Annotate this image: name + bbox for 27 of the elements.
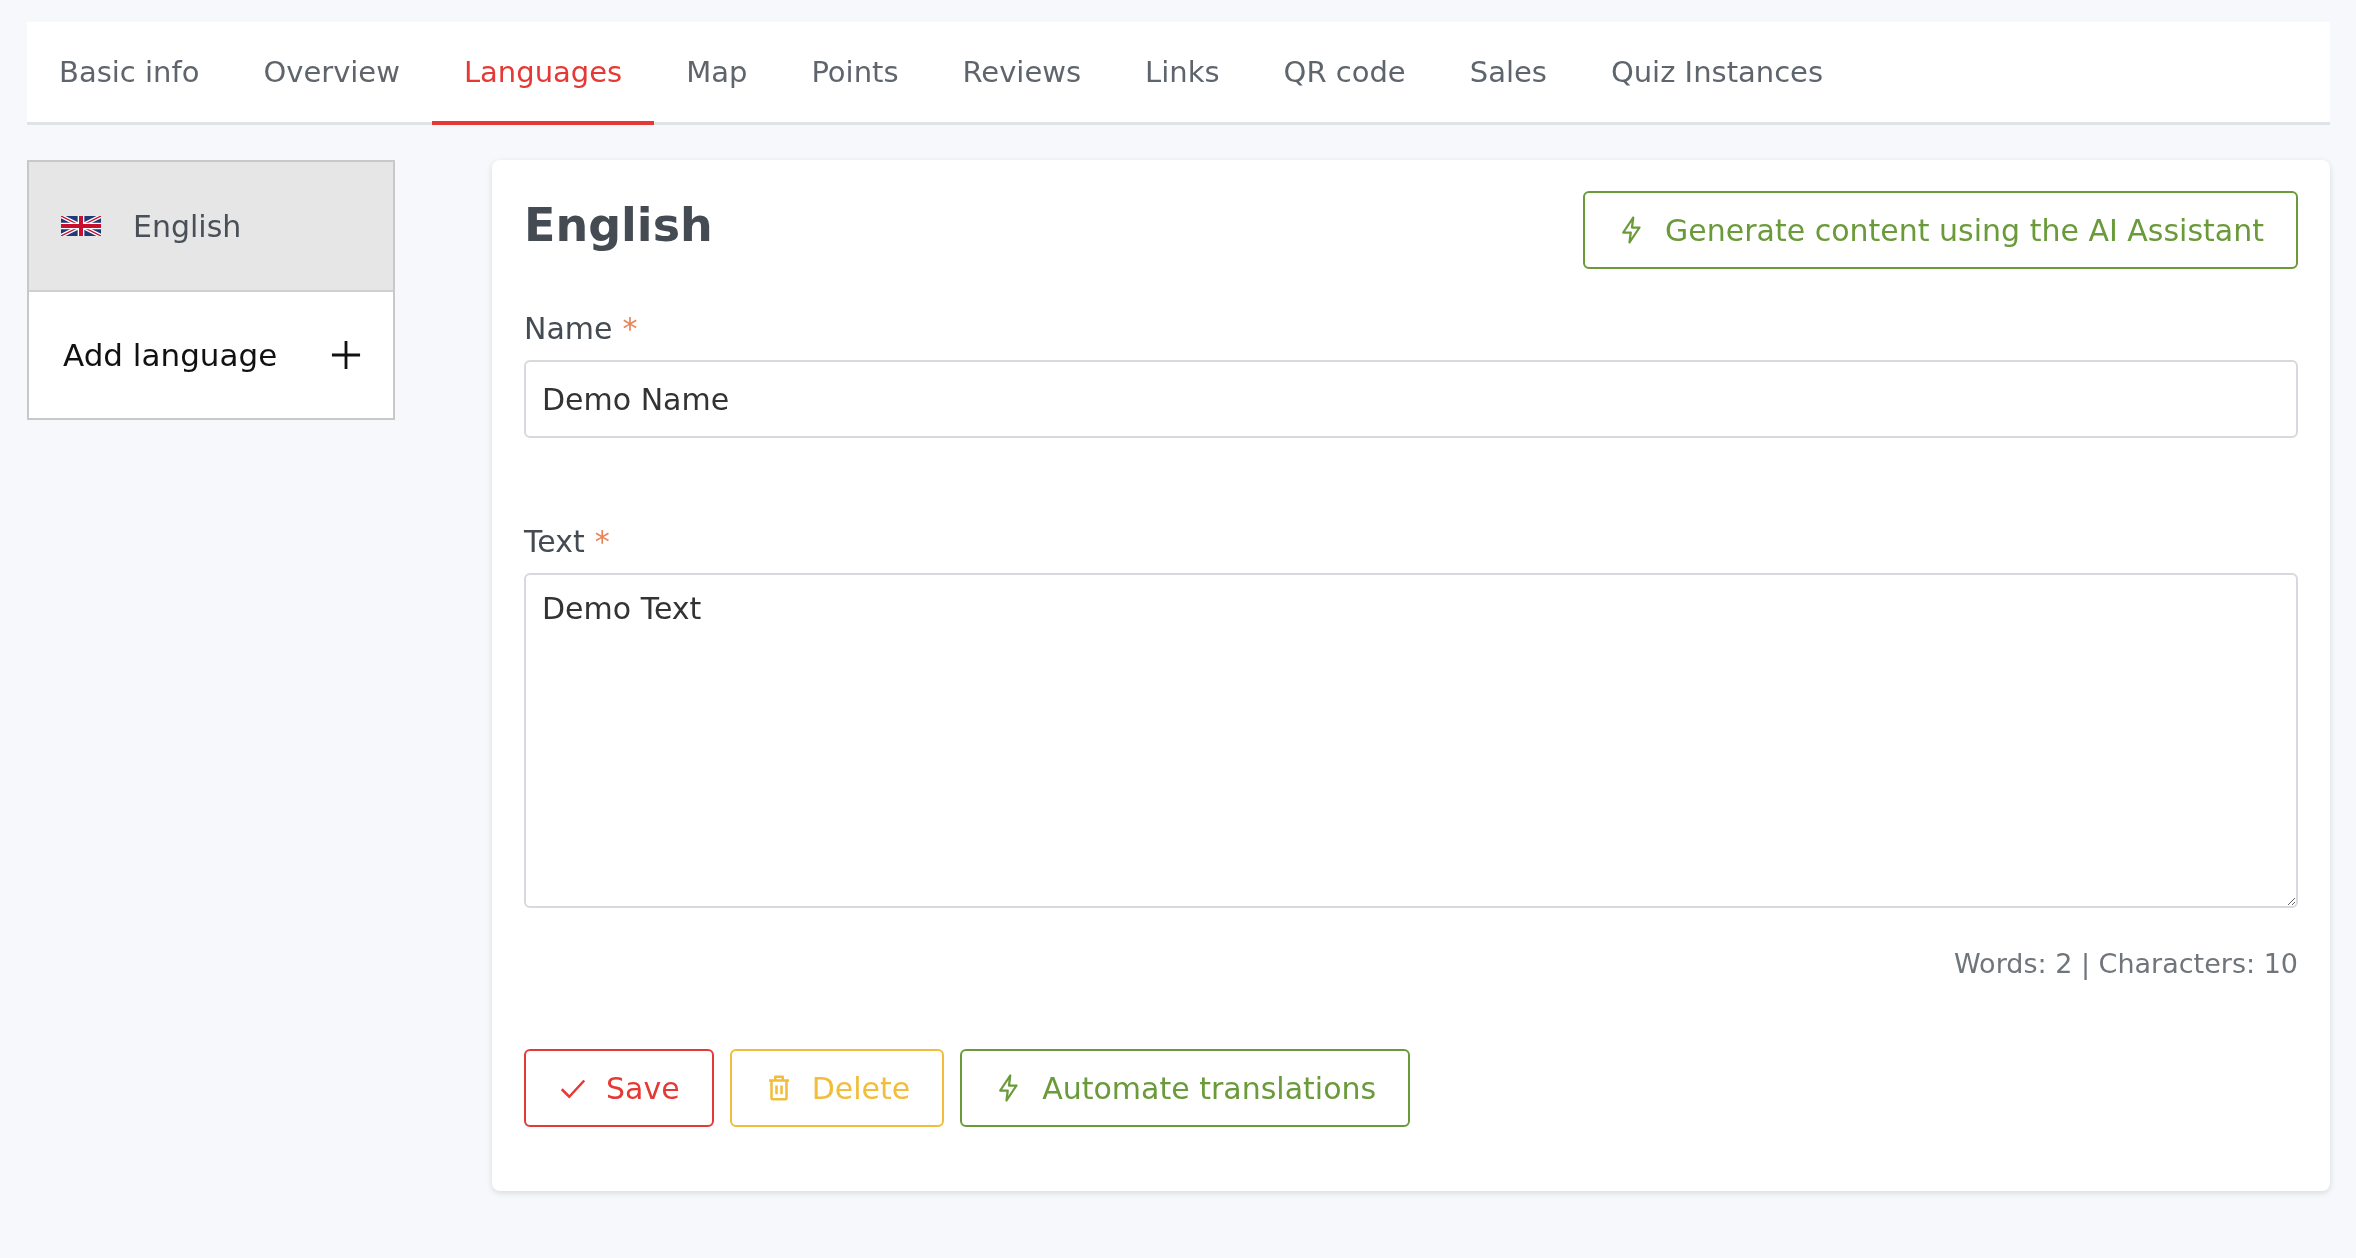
save-button[interactable]: Save xyxy=(524,1049,714,1127)
tab[interactable]: Points xyxy=(779,22,931,125)
add-language-label: Add language xyxy=(63,337,278,373)
language-title: English xyxy=(524,197,713,254)
tab[interactable]: Languages xyxy=(431,22,655,125)
tab[interactable]: Sales xyxy=(1437,22,1579,125)
ai-assistant-button[interactable]: Generate content using the AI Assistant xyxy=(1583,191,2298,269)
flag-icon xyxy=(61,216,101,236)
language-item[interactable]: English xyxy=(29,162,393,292)
name-input[interactable]: Demo Name xyxy=(524,360,2298,438)
tab[interactable]: Basic info xyxy=(27,22,232,125)
plus-icon xyxy=(331,340,361,370)
automate-button[interactable]: Automate translations xyxy=(960,1049,1411,1127)
tab[interactable]: QR code xyxy=(1251,22,1438,125)
tab[interactable]: Links xyxy=(1113,22,1252,125)
language-label: English xyxy=(133,208,242,244)
tab[interactable]: Quiz Instances xyxy=(1578,22,1856,125)
tab[interactable]: Reviews xyxy=(930,22,1114,125)
tab[interactable]: Overview xyxy=(231,22,432,125)
field-label: Name xyxy=(524,311,613,346)
required-mark: * xyxy=(622,311,638,346)
word-counter: Words: 2 | Characters: 10 xyxy=(1954,948,2298,979)
tab[interactable]: Map xyxy=(654,22,780,125)
field-label: Text xyxy=(524,524,585,559)
required-mark: * xyxy=(594,524,610,559)
text-area[interactable]: Demo Text xyxy=(524,573,2298,908)
add-language-item[interactable]: Add language xyxy=(29,292,393,418)
